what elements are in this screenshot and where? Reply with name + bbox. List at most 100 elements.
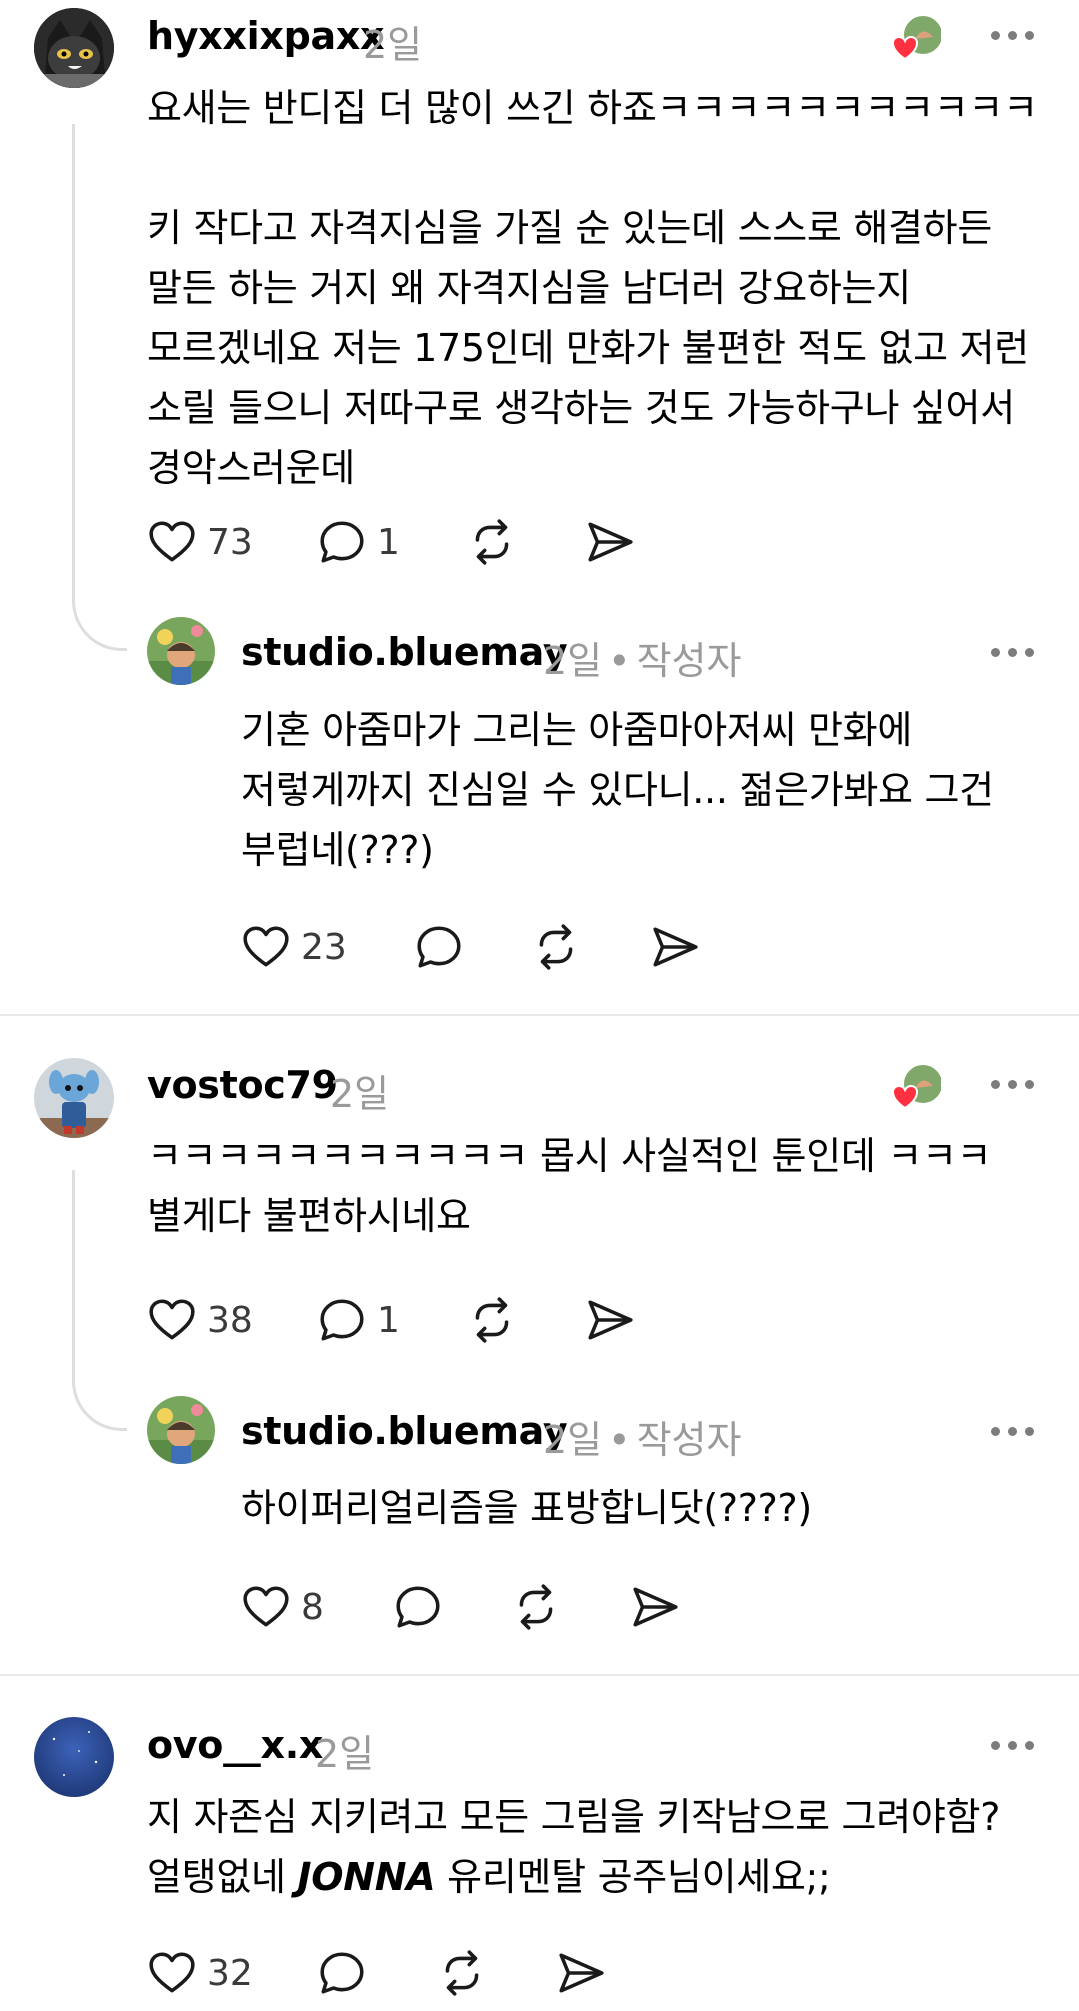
thread-line xyxy=(72,124,127,651)
thread-line xyxy=(72,1170,127,1431)
share-icon xyxy=(556,1948,606,1998)
like-button[interactable]: 32 xyxy=(147,1948,253,1998)
reply-meta: 2일 • 작성자 xyxy=(543,1409,741,1464)
like-button[interactable]: 23 xyxy=(241,922,347,972)
emphasized-text: JONNA xyxy=(297,1855,436,1899)
username[interactable]: studio.bluemay xyxy=(241,630,568,674)
heart-icon xyxy=(147,1295,197,1345)
heart-icon xyxy=(241,922,291,972)
comment-text-line: 소릴 들으니 저따구로 생각하는 것도 가능하구나 싶어서 xyxy=(147,386,1015,430)
reply-button[interactable]: 1 xyxy=(317,517,400,567)
repost-button[interactable] xyxy=(511,1582,561,1632)
avatar[interactable] xyxy=(147,1396,215,1464)
share-button[interactable] xyxy=(630,1582,680,1632)
like-button[interactable]: 8 xyxy=(241,1582,324,1632)
repost-button[interactable] xyxy=(467,517,517,567)
reply-text-line: 저렇게까지 진심일 수 있다니... 젊은가봐요 그건 xyxy=(241,768,994,812)
like-button[interactable]: 38 xyxy=(147,1295,253,1345)
comment-icon xyxy=(414,922,464,972)
repost-icon xyxy=(437,1948,487,1998)
reply-count: 1 xyxy=(377,1299,400,1341)
timestamp: 2일 xyxy=(315,1732,375,1776)
like-count: 38 xyxy=(207,1299,253,1341)
comment-icon xyxy=(317,1295,367,1345)
like-count: 8 xyxy=(301,1586,324,1628)
separator-dot: • xyxy=(608,639,631,683)
comment-icon xyxy=(317,1948,367,1998)
comment-text-line: 얼탱없네 JONNA 유리멘탈 공주님이세요;; xyxy=(147,1847,1000,1907)
comment-text-fragment: 얼탱없네 xyxy=(147,1855,298,1899)
repost-icon xyxy=(511,1582,561,1632)
reply-text: 기혼 아줌마가 그리는 아줌마아저씨 만화에 저렇게까지 진심일 수 있다니..… xyxy=(241,700,994,880)
more-options-icon[interactable] xyxy=(991,1427,1035,1439)
username[interactable]: vostoc79 xyxy=(147,1063,338,1107)
repost-button[interactable] xyxy=(531,922,581,972)
username[interactable]: studio.bluemay xyxy=(241,1409,568,1453)
reply-count: 1 xyxy=(377,521,400,563)
reply-button[interactable] xyxy=(414,922,464,972)
share-icon xyxy=(585,1295,635,1345)
more-options-icon[interactable] xyxy=(991,31,1035,43)
timestamp: 2일 xyxy=(543,1418,603,1462)
avatar[interactable] xyxy=(34,1717,114,1797)
reply-meta: 2일 • 작성자 xyxy=(543,630,741,685)
comment-text-line: 말든 하는 거지 왜 자격지심을 남더러 강요하는지 xyxy=(147,266,911,310)
like-button[interactable]: 73 xyxy=(147,517,253,567)
reply-button[interactable] xyxy=(393,1582,443,1632)
avatar[interactable] xyxy=(34,8,114,88)
share-icon xyxy=(585,517,635,567)
heart-icon xyxy=(147,1948,197,1998)
comment-text-line: 모르겠네요 저는 175인데 만화가 불편한 적도 없고 저런 xyxy=(147,326,1029,370)
like-count: 23 xyxy=(301,926,347,968)
share-button[interactable] xyxy=(585,1295,635,1345)
heart-icon xyxy=(241,1582,291,1632)
comment-text: 지 자존심 지키려고 모든 그림을 키작남으로 그려야함? 얼탱없네 JONNA… xyxy=(147,1787,1000,1907)
share-button[interactable] xyxy=(650,922,700,972)
reply-button[interactable]: 1 xyxy=(317,1295,400,1345)
repost-button[interactable] xyxy=(437,1948,487,1998)
reply-button[interactable] xyxy=(317,1948,367,1998)
liked-by-author-badge xyxy=(891,1062,944,1110)
share-button[interactable] xyxy=(556,1948,606,1998)
character-avatar-image xyxy=(34,1058,114,1138)
author-badge: 작성자 xyxy=(636,639,742,683)
username[interactable]: ovo__x.x xyxy=(147,1723,323,1767)
avatar[interactable] xyxy=(147,617,215,685)
more-options-icon[interactable] xyxy=(991,1080,1035,1092)
comment-text-line: 키 작다고 자격지심을 가질 순 있는데 스스로 해결하든 xyxy=(147,206,992,250)
comment-icon xyxy=(317,517,367,567)
timestamp: 2일 xyxy=(543,639,603,683)
comment-text: ㅋㅋㅋㅋㅋㅋㅋㅋㅋㅋㅋ 몹시 사실적인 툰인데 ㅋㅋㅋ 별게다 불편하시네요 xyxy=(147,1126,992,1246)
night-sky-avatar-image xyxy=(34,1717,114,1797)
author-avatar-image xyxy=(147,617,215,685)
username[interactable]: hyxxixpaxx xyxy=(147,14,385,58)
heart-icon xyxy=(147,517,197,567)
reply-text-line: 부럽네(???) xyxy=(241,828,434,872)
cat-avatar-image xyxy=(34,8,114,88)
reply-text: 하이퍼리얼리즘을 표방합니닷(????) xyxy=(241,1478,812,1538)
repost-icon xyxy=(467,517,517,567)
timestamp: 2일 xyxy=(330,1072,390,1116)
comment-text-line: ㅋㅋㅋㅋㅋㅋㅋㅋㅋㅋㅋ 몹시 사실적인 툰인데 ㅋㅋㅋ xyxy=(147,1134,992,1178)
comment-text-line: 요새는 반디집 더 많이 쓰긴 하죠ㅋㅋㅋㅋㅋㅋㅋㅋㅋㅋㅋ xyxy=(147,86,1038,130)
author-avatar-image xyxy=(147,1396,215,1464)
comment-text-line: 별게다 불편하시네요 xyxy=(147,1194,471,1238)
divider xyxy=(0,1674,1079,1676)
reply-text-line: 하이퍼리얼리즘을 표방합니닷(????) xyxy=(241,1486,812,1530)
share-icon xyxy=(630,1582,680,1632)
comment-icon xyxy=(393,1582,443,1632)
repost-icon xyxy=(531,922,581,972)
share-button[interactable] xyxy=(585,517,635,567)
separator-dot: • xyxy=(608,1418,631,1462)
liked-by-author-badge xyxy=(891,13,944,61)
more-options-icon[interactable] xyxy=(991,648,1035,660)
more-options-icon[interactable] xyxy=(991,1741,1035,1753)
timestamp: 2일 xyxy=(363,23,423,67)
repost-button[interactable] xyxy=(467,1295,517,1345)
avatar[interactable] xyxy=(34,1058,114,1138)
comment-text-fragment: 유리멘탈 공주님이세요;; xyxy=(435,1855,831,1899)
repost-icon xyxy=(467,1295,517,1345)
like-count: 32 xyxy=(207,1952,253,1994)
share-icon xyxy=(650,922,700,972)
divider xyxy=(0,1014,1079,1016)
